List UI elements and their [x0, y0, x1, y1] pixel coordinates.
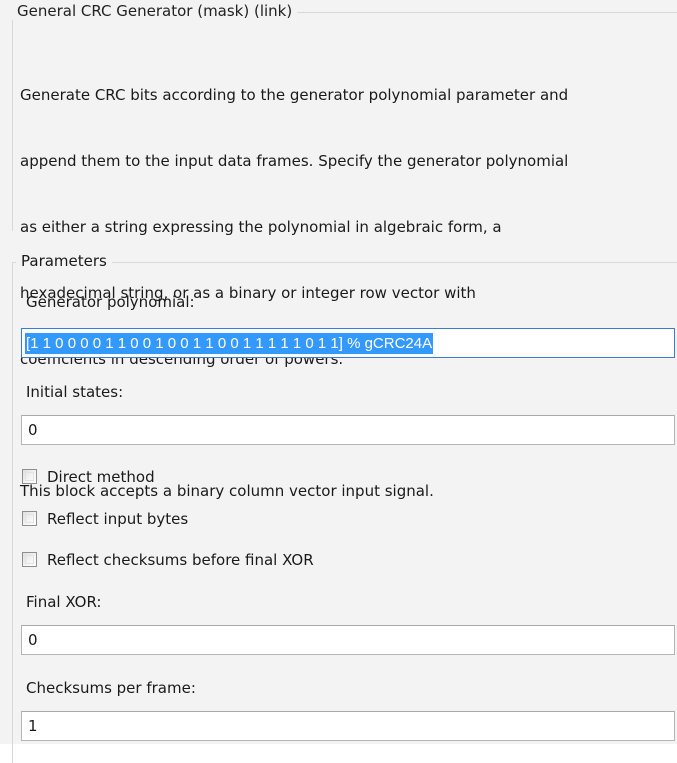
initial-states-field[interactable]: 0 — [21, 415, 675, 445]
generator-polynomial-label: Generator polynomial: — [26, 293, 195, 311]
description-line: append them to the input data frames. Sp… — [20, 152, 569, 170]
checksums-per-frame-field[interactable]: 1 — [21, 711, 675, 741]
generator-polynomial-field[interactable]: [1 1 0 0 0 0 1 1 0 0 1 0 0 1 1 0 0 1 1 1… — [21, 328, 675, 358]
initial-states-label: Initial states: — [26, 383, 124, 401]
reflect-input-bytes-label: Reflect input bytes — [47, 510, 189, 528]
final-xor-label: Final XOR: — [26, 593, 102, 611]
reflect-input-bytes-checkbox[interactable] — [22, 511, 37, 526]
final-xor-field[interactable]: 0 — [21, 625, 675, 655]
direct-method-checkbox[interactable] — [22, 469, 37, 484]
generator-polynomial-selected-text: [1 1 0 0 0 0 1 1 0 0 1 0 0 1 1 0 0 1 1 1… — [25, 333, 434, 354]
direct-method-label: Direct method — [47, 468, 155, 486]
description-title: General CRC Generator (mask) (link) — [12, 3, 298, 20]
description-line: Generate CRC bits according to the gener… — [20, 86, 569, 104]
reflect-checksums-label: Reflect checksums before final XOR — [47, 551, 314, 569]
checksums-per-frame-label: Checksums per frame: — [26, 679, 196, 697]
parameters-title: Parameters — [16, 251, 112, 271]
description-line: as either a string expressing the polyno… — [20, 218, 502, 236]
block-parameters-dialog: General CRC Generator (mask) (link) Gene… — [0, 0, 677, 763]
reflect-checksums-checkbox[interactable] — [22, 552, 37, 567]
